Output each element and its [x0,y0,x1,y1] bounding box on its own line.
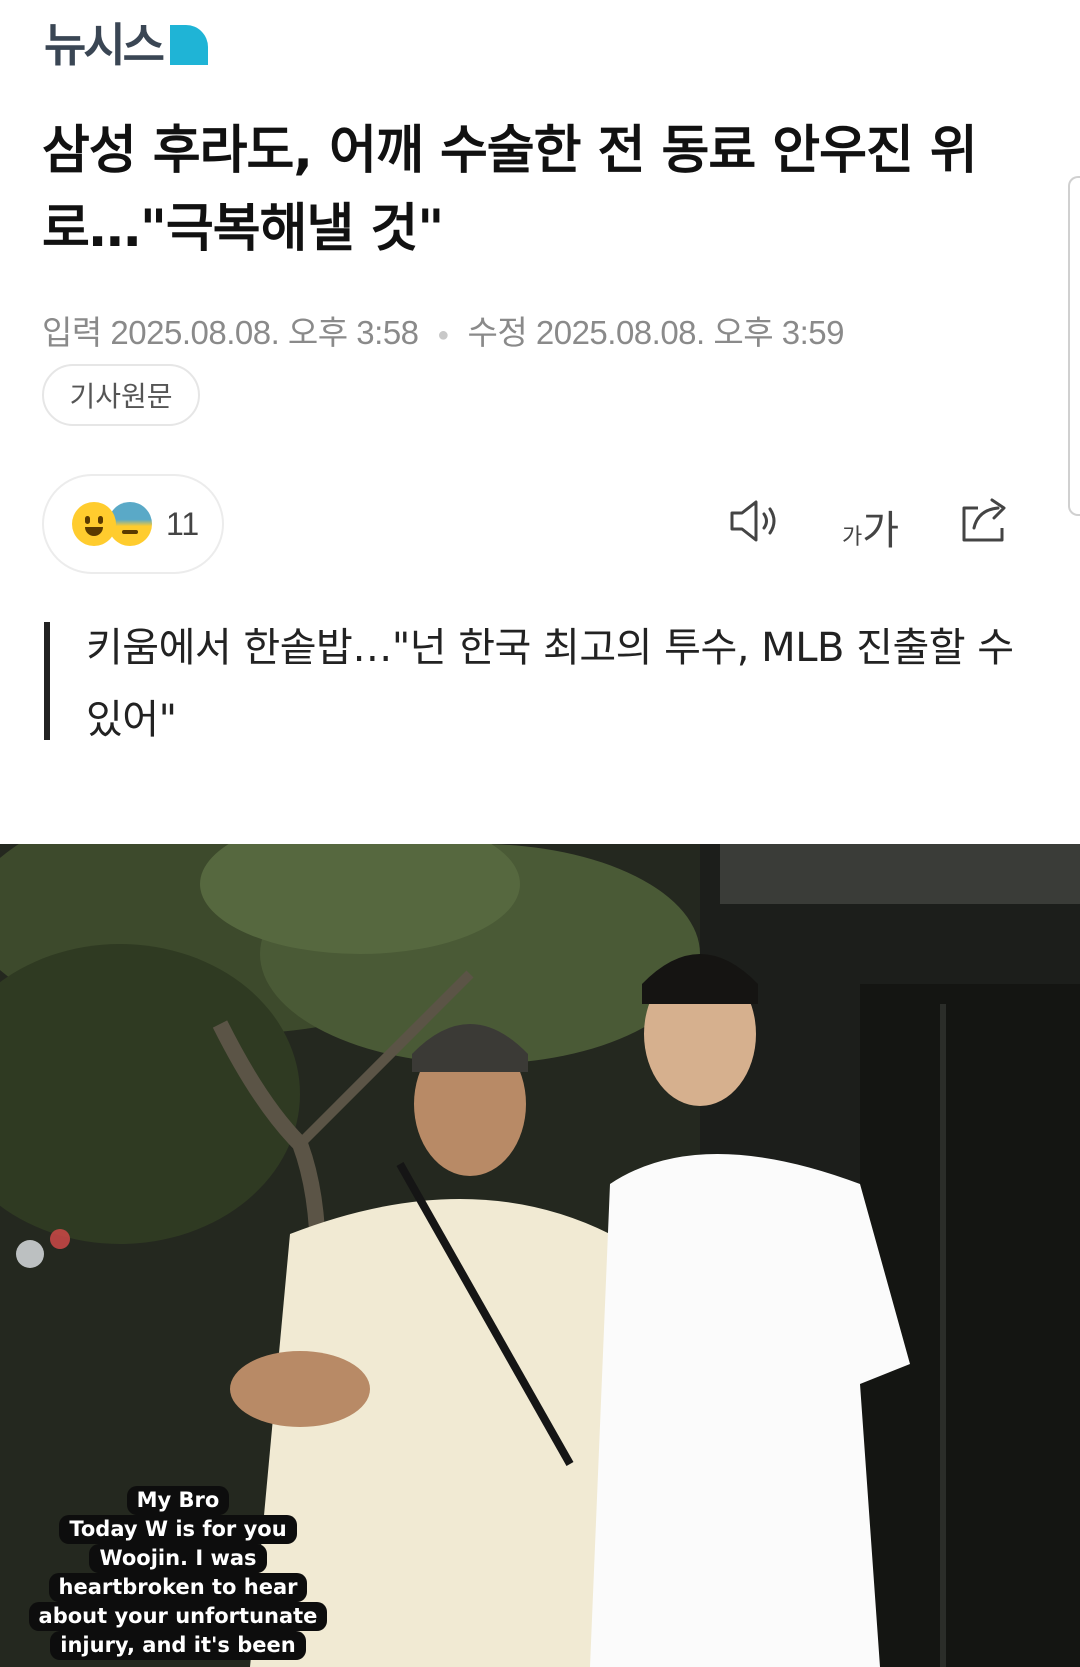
share-button[interactable] [958,494,1014,550]
caption-line: heartbroken to hear [48,1573,308,1602]
caption-line: My Bro [126,1486,230,1515]
article-meta: 입력 2025.08.08. 오후 3:58 ● 수정 2025.08.08. … [42,306,845,354]
caption-line: injury, and it's been [50,1631,306,1660]
font-large-label: 가 [862,508,900,554]
smile-emoji-icon [72,502,116,546]
logo-mark-icon [169,25,208,65]
article-subtitle: 키움에서 한솥밥…"넌 한국 최고의 투수, MLB 진출할 수 있어" [86,625,1014,743]
caption-line: about your unfortunate [28,1602,328,1631]
article-photo[interactable]: My Bro Today W is for you Woojin. I was … [0,844,1080,1667]
original-article-button[interactable]: 기사원문 [42,364,200,426]
reaction-count: 11 [166,505,200,542]
scrollbar-handle[interactable] [1068,176,1080,516]
font-small-label: 가 [842,525,863,550]
caption-line: Woojin. I was [89,1544,267,1573]
updated-label: 수정 [467,314,528,351]
article-headline: 삼성 후라도, 어깨 수술한 전 동료 안우진 위로…"극복해낼 것" [42,121,978,259]
updated-date: 2025.08.08. 오후 3:59 [535,314,845,351]
published-label: 입력 [42,314,102,351]
speaker-icon [730,500,776,542]
photo-caption: My Bro Today W is for you Woojin. I was … [18,1486,338,1660]
text-to-speech-button[interactable] [728,496,784,550]
published-date: 2025.08.08. 오후 3:58 [110,314,419,351]
reaction-button[interactable]: 11 [42,474,224,574]
share-icon [962,498,1006,542]
site-logo[interactable]: 뉴시스 [44,22,208,68]
separator-dot: ● [437,323,449,346]
quote-bar [44,622,50,740]
caption-line: Today W is for you [59,1515,297,1544]
logo-text: 뉴시스 [44,18,165,72]
font-size-button[interactable]: 가가 [842,498,899,556]
